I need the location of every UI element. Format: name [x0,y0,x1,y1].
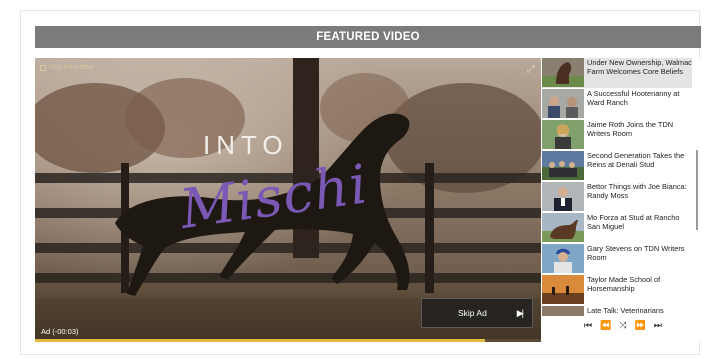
playlist-item[interactable]: Late Talk: Veterinarians [542,306,692,316]
visit-advertiser-link[interactable]: Visit Advertiser [40,64,95,71]
playlist-item[interactable]: Mo Forza at Stud at Rancho San Miguel [542,213,692,243]
skip-ad-label: Skip Ad [458,308,487,318]
playlist-controls: ⏮ ⏪ ⤨ ⏩ ⏭ [584,320,662,331]
playlist-scrollbar[interactable] [696,150,698,230]
playlist-item[interactable]: Second Generation Takes the Reins at Den… [542,151,692,181]
playlist-thumbnail [542,151,584,180]
playlist-item-title: Taylor Made School of Horsemanship [587,275,661,293]
playlist-thumbnail [542,182,584,211]
video-player[interactable]: Visit Advertiser ⤢ INTO Mischi Ad (-00:0… [35,58,541,342]
playlist-thumbnail [542,244,584,273]
ad-countdown: Ad (-00:03) [41,327,79,336]
section-title: FEATURED VIDEO [316,31,420,43]
playlist-item-title: Late Talk: Veterinarians [587,306,664,315]
playlist-thumbnail [542,58,584,87]
playlist-item-title: Gary Stevens on TDN Writers Room [587,244,685,262]
playlist-item[interactable]: Taylor Made School of Horsemanship [542,275,692,305]
playlist-thumbnail [542,89,584,118]
shuffle-icon[interactable]: ⤨ [619,320,626,331]
skip-ad-button[interactable]: Skip Ad ▶| [421,298,533,328]
ad-title-into: INTO [203,130,289,160]
playlist-item[interactable]: Under New Ownership, Walmac Farm Welcome… [542,58,692,88]
playlist-thumbnail [542,275,584,304]
skip-forward-icon: ▶| [516,307,524,318]
playlist-item-title: A Successful Hootenanny at Ward Ranch [587,89,680,107]
ad-progress-track [35,339,541,342]
playlist-item[interactable]: Gary Stevens on TDN Writers Room [542,244,692,274]
visit-advertiser-label: Visit Advertiser [49,64,96,71]
ad-progress-fill [35,339,486,342]
playlist-item[interactable]: Jaime Roth Joins the TDN Writers Room [542,120,692,150]
playlist-thumbnail [542,213,584,242]
playlist-item-title: Jaime Roth Joins the TDN Writers Room [587,120,674,138]
previous-icon[interactable]: ⏪ [600,320,611,331]
playlist-item-title: Under New Ownership, Walmac Farm Welcome… [587,58,692,76]
fullscreen-icon[interactable]: ⤢ [527,64,535,75]
last-icon[interactable]: ⏭ [654,320,662,331]
playlist-item[interactable]: A Successful Hootenanny at Ward Ranch [542,89,692,119]
playlist-item-title: Mo Forza at Stud at Rancho San Miguel [587,213,680,231]
next-icon[interactable]: ⏩ [635,320,646,331]
playlist-item-title: Bettor Things with Joe Bianca: Randy Mos… [587,182,687,200]
external-link-icon [40,64,46,71]
playlist-item-title: Second Generation Takes the Reins at Den… [587,151,685,169]
playlist-item[interactable]: Bettor Things with Joe Bianca: Randy Mos… [542,182,692,212]
video-playlist: Under New Ownership, Walmac Farm Welcome… [542,58,700,342]
playlist-thumbnail [542,306,584,316]
first-icon[interactable]: ⏮ [584,320,592,331]
section-header: FEATURED VIDEO [35,26,701,48]
playlist-thumbnail [542,120,584,149]
